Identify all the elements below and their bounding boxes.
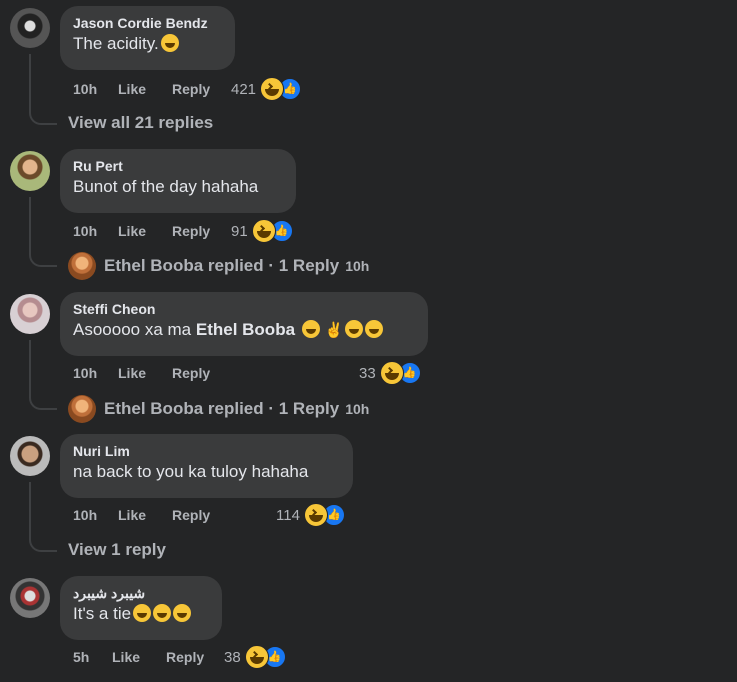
replies-summary[interactable]: Ethel Booba replied · 1 Reply 10h <box>68 394 369 424</box>
reaction-summary[interactable]: 33 👍 <box>359 361 421 385</box>
shush-emoji-icon <box>301 320 320 338</box>
laughing-emoji-icon <box>365 320 384 338</box>
comment-bubble: Nuri Lim na back to you ka tuloy hahaha <box>60 434 353 498</box>
reply-author-avatar <box>68 252 96 280</box>
like-button[interactable]: Like <box>118 81 172 97</box>
rofl-emoji-icon <box>173 604 192 622</box>
like-button[interactable]: Like <box>118 223 172 239</box>
rofl-emoji-icon <box>133 604 152 622</box>
mention-link[interactable]: Ethel Booba <box>196 320 295 339</box>
comment-text-row: It's a tie <box>73 602 209 626</box>
reaction-summary[interactable]: 114 👍 <box>276 503 345 527</box>
comment-text: It's a tie <box>73 604 132 623</box>
reaction-count: 33 <box>359 364 376 382</box>
thread-line <box>29 340 57 410</box>
avatar[interactable] <box>10 151 50 191</box>
comment-author[interactable]: Ru Pert <box>73 157 283 175</box>
reaction-summary[interactable]: 421 👍 <box>231 77 302 101</box>
comment-text: na back to you ka tuloy hahaha <box>73 462 309 481</box>
reply-author-avatar <box>68 395 96 423</box>
comment-actions: 5h Like Reply <box>73 647 204 667</box>
like-button[interactable]: Like <box>112 649 166 665</box>
avatar[interactable] <box>10 436 50 476</box>
comment-author[interactable]: Steffi Cheon <box>73 300 415 318</box>
reply-button[interactable]: Reply <box>172 507 210 523</box>
view-replies-link[interactable]: View 1 reply <box>68 540 166 560</box>
reaction-count: 114 <box>276 506 300 524</box>
avatar[interactable] <box>10 8 50 48</box>
comment-time[interactable]: 10h <box>73 365 118 381</box>
comment-author[interactable]: شيبرد شيبرد <box>73 584 209 602</box>
replied-time: 10h <box>345 401 370 417</box>
comment-author[interactable]: Nuri Lim <box>73 442 340 460</box>
thread-line <box>29 54 57 125</box>
haha-reaction-icon <box>303 503 328 527</box>
comment-text: The acidity. <box>73 34 159 53</box>
reaction-count: 421 <box>231 80 257 98</box>
reaction-count: 91 <box>231 222 248 240</box>
comment-bubble: Steffi Cheon Asooooo xa ma Ethel Booba ✌ <box>60 292 428 356</box>
haha-reaction-icon <box>244 645 269 669</box>
replied-time: 10h <box>345 258 370 274</box>
comment-text: Asooooo xa ma <box>73 320 196 339</box>
rofl-emoji-icon <box>153 604 172 622</box>
replied-label: Ethel Booba replied · 1 Reply <box>104 399 340 418</box>
comment-time[interactable]: 5h <box>73 649 112 665</box>
comment-time[interactable]: 10h <box>73 223 118 239</box>
reaction-count: 38 <box>224 648 241 666</box>
comment-text-row: The acidity. <box>73 32 222 56</box>
comment-text-row: Asooooo xa ma Ethel Booba ✌ <box>73 318 415 343</box>
reaction-summary[interactable]: 91 👍 <box>231 219 293 243</box>
reply-button[interactable]: Reply <box>172 223 210 239</box>
comment-actions: 10h Like Reply <box>73 221 210 241</box>
comment-bubble: شيبرد شيبرد It's a tie <box>60 576 222 640</box>
replied-label: Ethel Booba replied · 1 Reply <box>104 256 340 275</box>
comment-bubble: Jason Cordie Bendz The acidity. <box>60 6 235 70</box>
laughing-emoji-icon <box>345 320 364 338</box>
comment-bubble: Ru Pert Bunot of the day hahaha <box>60 149 296 213</box>
thread-line <box>29 197 57 267</box>
comment-actions: 10h Like Reply <box>73 363 210 383</box>
avatar[interactable] <box>10 294 50 334</box>
reply-button[interactable]: Reply <box>166 649 204 665</box>
reaction-summary[interactable]: 38 👍 <box>224 645 286 669</box>
avatar[interactable] <box>10 578 50 618</box>
reply-button[interactable]: Reply <box>172 81 210 97</box>
reply-button[interactable]: Reply <box>172 365 210 381</box>
like-button[interactable]: Like <box>118 507 172 523</box>
haha-reaction-icon <box>379 361 404 385</box>
comment-actions: 10h Like Reply <box>73 505 210 525</box>
comment-text: Bunot of the day hahaha <box>73 177 259 196</box>
comment-actions: 10h Like Reply <box>73 79 210 99</box>
comment-time[interactable]: 10h <box>73 507 118 523</box>
view-replies-link[interactable]: View all 21 replies <box>68 113 213 133</box>
replies-summary[interactable]: Ethel Booba replied · 1 Reply 10h <box>68 251 369 281</box>
thread-line <box>29 482 57 552</box>
comment-author[interactable]: Jason Cordie Bendz <box>73 14 222 32</box>
rofl-emoji-icon <box>160 34 179 52</box>
haha-reaction-icon <box>260 77 285 101</box>
comment-time[interactable]: 10h <box>73 81 118 97</box>
haha-reaction-icon <box>251 219 276 243</box>
peace-hand-icon: ✌ <box>324 322 344 339</box>
like-button[interactable]: Like <box>118 365 172 381</box>
